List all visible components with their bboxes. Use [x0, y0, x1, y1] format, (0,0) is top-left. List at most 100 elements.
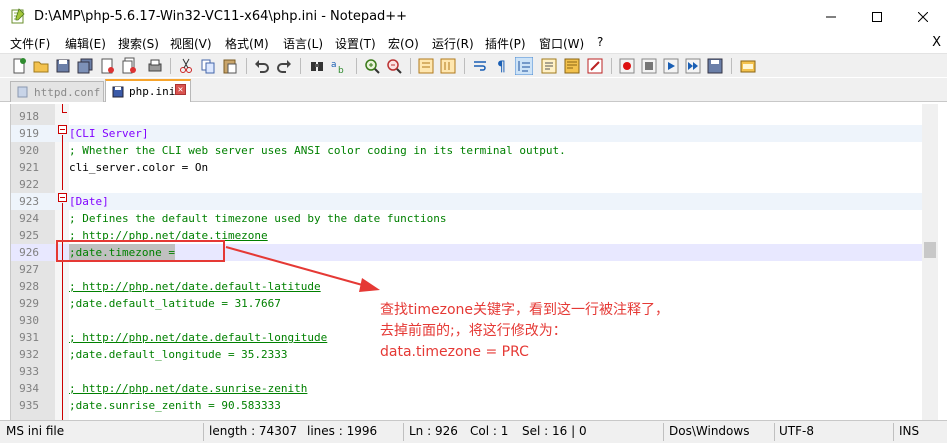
play-macro-icon[interactable] [662, 57, 680, 75]
status-line: Ln : 926 [409, 424, 458, 438]
save-all-icon[interactable] [76, 57, 94, 75]
editor-line[interactable]: 923 [Date] [11, 193, 938, 210]
sync-vertical-icon[interactable] [417, 57, 435, 75]
editor-line[interactable]: 933 [11, 363, 938, 380]
word-wrap-icon[interactable] [471, 57, 489, 75]
find-icon[interactable] [308, 57, 326, 75]
menu-settings[interactable]: 设置(T) [335, 35, 376, 52]
editor-line[interactable]: 919 [CLI Server] [11, 125, 938, 142]
tab-close-icon[interactable]: ✕ [175, 84, 186, 95]
line-code: [Date] [69, 195, 109, 208]
editor-line[interactable]: 934 ; http://php.net/date.sunrise-zenith [11, 380, 938, 397]
fold-line [62, 135, 63, 190]
print-icon[interactable] [146, 57, 164, 75]
editor-line[interactable]: 927 [11, 261, 938, 278]
close-icon [918, 12, 928, 22]
tab-label: php.ini [129, 85, 176, 98]
record-macro-icon[interactable] [618, 57, 636, 75]
tab-bar: httpd.conf php.ini ✕ [0, 78, 947, 102]
show-all-chars-icon[interactable]: ¶ [493, 57, 511, 75]
status-selection: Sel : 16 | 0 [522, 424, 587, 438]
menu-edit[interactable]: 编辑(E) [65, 35, 106, 52]
status-eol: Dos\Windows [669, 424, 750, 438]
editor-line[interactable]: 928 ; http://php.net/date.default-latitud… [11, 278, 938, 295]
undo-icon[interactable] [253, 57, 271, 75]
line-code: ; Defines the default timezone used by t… [69, 212, 447, 225]
annotation-line: data.timezone = PRC [380, 344, 529, 360]
status-bar: MS ini file length : 74307 lines : 1996 … [0, 420, 947, 443]
menu-run[interactable]: 运行(R) [432, 35, 474, 52]
open-file-icon[interactable] [32, 57, 50, 75]
fold-collapse-icon[interactable] [58, 193, 67, 202]
fold-collapse-icon[interactable] [58, 125, 67, 134]
svg-text:¶: ¶ [497, 59, 506, 75]
copy-icon[interactable] [199, 57, 217, 75]
toolbar-separator [611, 58, 612, 74]
line-number: 919 [19, 127, 39, 140]
maximize-button[interactable] [854, 0, 900, 34]
editor-line[interactable]: 918 [11, 108, 938, 125]
editor-line[interactable]: 935 ;date.sunrise_zenith = 90.583333 [11, 397, 938, 414]
status-separator [663, 423, 664, 441]
tab-php-ini[interactable]: php.ini ✕ [105, 79, 191, 102]
menu-language[interactable]: 语言(L) [283, 35, 323, 52]
editor-line[interactable]: 920 ; Whether the CLI web server uses ANS… [11, 142, 938, 159]
menu-format[interactable]: 格式(M) [225, 35, 269, 52]
line-number: 930 [19, 314, 39, 327]
line-number: 918 [19, 110, 39, 123]
zoom-in-icon[interactable] [363, 57, 381, 75]
zoom-out-icon[interactable] [385, 57, 403, 75]
tab-label: httpd.conf [34, 85, 101, 99]
tab-httpd-conf[interactable]: httpd.conf [10, 81, 104, 102]
redo-icon[interactable] [275, 57, 293, 75]
line-code: ; http://php.net/date.default-longitude [69, 331, 328, 344]
line-number: 923 [19, 195, 39, 208]
scrollbar-thumb[interactable] [924, 242, 936, 258]
line-number: 932 [19, 348, 39, 361]
function-list-icon[interactable] [586, 57, 604, 75]
menu-help[interactable]: ? [597, 35, 603, 49]
indent-guide-icon[interactable] [515, 57, 533, 75]
stop-macro-icon[interactable] [640, 57, 658, 75]
status-separator [403, 423, 404, 441]
vertical-scrollbar[interactable] [922, 104, 938, 420]
menu-plugins[interactable]: 插件(P) [485, 35, 526, 52]
save-macro-icon[interactable] [706, 57, 724, 75]
close-all-icon[interactable] [120, 57, 138, 75]
menu-macro[interactable]: 宏(O) [388, 35, 419, 52]
minimize-button[interactable] [808, 0, 854, 34]
run-macro-multiple-icon[interactable] [684, 57, 702, 75]
status-length: length : 74307 [209, 424, 298, 438]
replace-icon[interactable]: ab [330, 57, 348, 75]
editor[interactable]: 918 919 [CLI Server] 920 ; Whether the CLI w… [10, 104, 938, 420]
save-icon[interactable] [54, 57, 72, 75]
toolbar-separator [170, 58, 171, 74]
sync-horizontal-icon[interactable] [439, 57, 457, 75]
menu-search[interactable]: 搜索(S) [118, 35, 159, 52]
editor-line[interactable]: 921 cli_server.color = On [11, 159, 938, 176]
toolbar-separator [731, 58, 732, 74]
menu-file[interactable]: 文件(F) [10, 35, 50, 52]
svg-text:a: a [331, 60, 337, 70]
paste-icon[interactable] [221, 57, 239, 75]
editor-line[interactable]: 924 ; Defines the default timezone used b… [11, 210, 938, 227]
status-lines: lines : 1996 [307, 424, 378, 438]
menu-view[interactable]: 视图(V) [170, 35, 212, 52]
close-document-button[interactable]: X [932, 35, 941, 50]
close-file-icon[interactable] [98, 57, 116, 75]
doc-map-icon[interactable] [563, 57, 581, 75]
editor-line[interactable]: 922 [11, 176, 938, 193]
line-number: 926 [19, 246, 39, 259]
plugin-icon[interactable] [739, 57, 757, 75]
status-encoding: UTF-8 [779, 424, 814, 438]
status-separator [893, 423, 894, 441]
new-file-icon[interactable] [10, 57, 28, 75]
status-separator [203, 423, 204, 441]
close-window-button[interactable] [900, 0, 946, 34]
udl-icon[interactable] [540, 57, 558, 75]
line-number: 921 [19, 161, 39, 174]
menu-window[interactable]: 窗口(W) [539, 35, 584, 52]
toolbar-separator [356, 58, 357, 74]
toolbar-separator [464, 58, 465, 74]
cut-icon[interactable] [177, 57, 195, 75]
